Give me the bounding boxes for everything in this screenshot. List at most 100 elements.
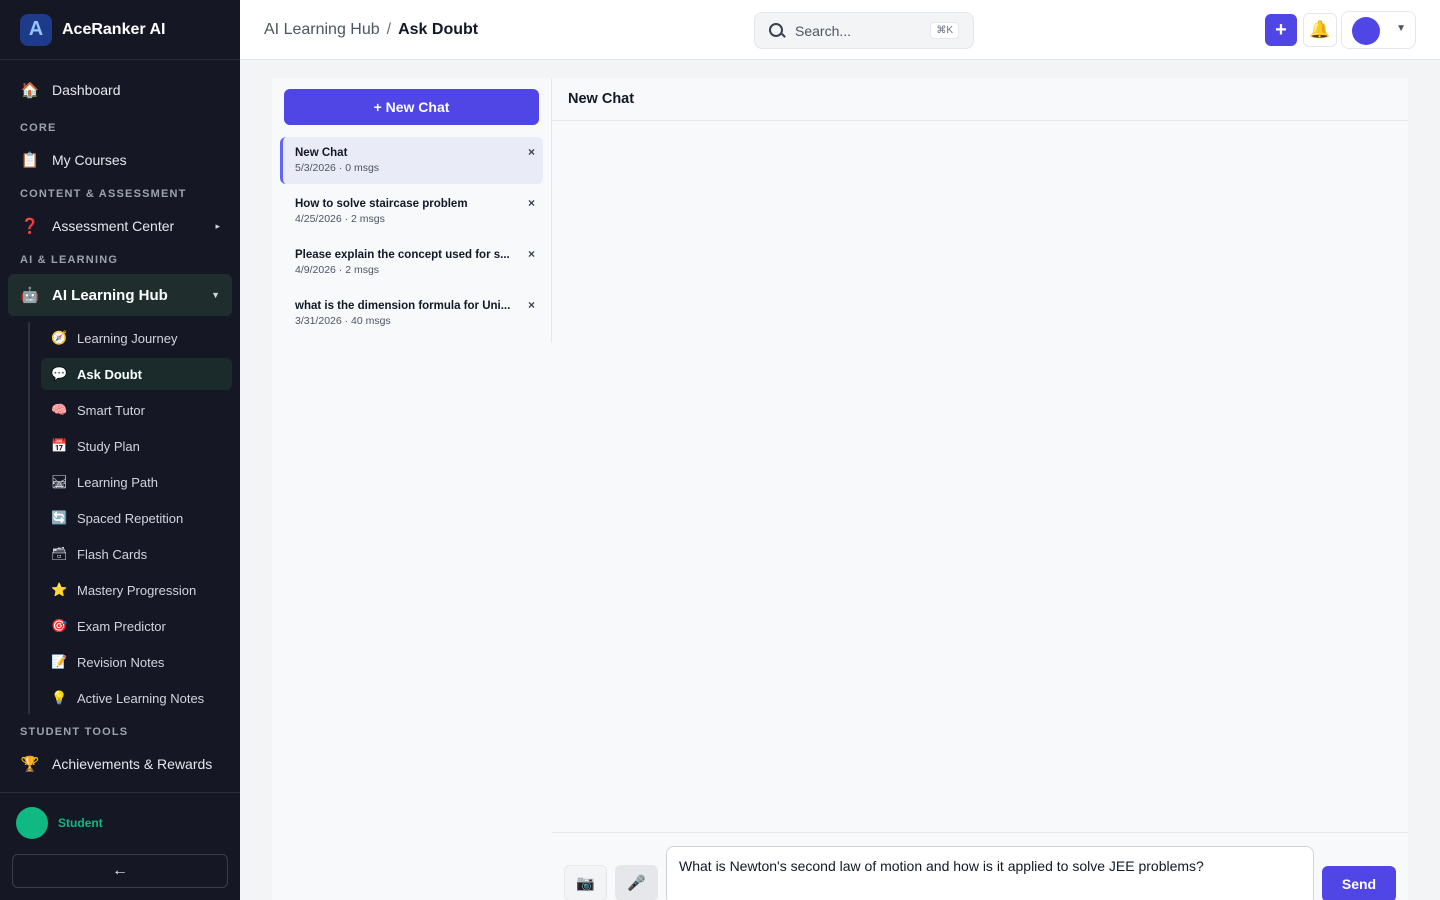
- sidebar-subitem[interactable]: 🧭 Learning Journey: [41, 322, 232, 354]
- chat-item-title: New Chat: [295, 147, 348, 159]
- chat-item-meta: 4/9/2026 · 2 msgs: [295, 264, 380, 276]
- message-composer: 📷 🎤 What is Newton's second law of motio…: [552, 832, 1408, 900]
- sidebar-subitem[interactable]: 🗃 Flash Cards: [41, 538, 232, 570]
- chat-history-list: New Chat 5/3/2026 · 0 msgs × How to solve s…: [280, 137, 543, 341]
- star-icon: ⭐: [51, 582, 68, 597]
- section-label-core: CORE: [20, 122, 57, 134]
- section-label-content: CONTENT & ASSESSMENT: [20, 188, 187, 200]
- breadcrumb-separator: /: [386, 21, 392, 38]
- sidebar-subitem-label: Flash Cards: [77, 546, 148, 562]
- search-input[interactable]: Search... ⌘K: [754, 12, 974, 49]
- sidebar-subitem[interactable]: 🔄 Spaced Repetition: [41, 502, 232, 534]
- profile-menu-button[interactable]: ▼: [1341, 11, 1416, 49]
- sidebar-subitem[interactable]: 🧠 Smart Tutor: [41, 394, 232, 426]
- breadcrumb: AI Learning Hub / Ask Doubt: [264, 0, 478, 60]
- collapse-sidebar-button[interactable]: ←: [12, 854, 228, 888]
- chat-history-item[interactable]: Please explain the concept used for s...…: [280, 239, 543, 286]
- lightbulb-icon: 💡: [51, 690, 68, 705]
- railway-track-icon: 🛤: [51, 474, 68, 489]
- sidebar-item-achievements[interactable]: 🏆 Achievements & Rewards: [8, 746, 232, 782]
- notifications-button[interactable]: 🔔: [1303, 13, 1337, 47]
- bell-icon: 🔔: [1309, 20, 1331, 39]
- memo-icon: 📝: [51, 654, 68, 669]
- arrow-left-icon: ←: [112, 862, 128, 879]
- sidebar-nav: 🏠 Dashboard CORE 📋 My Courses CONTENT & …: [8, 72, 232, 782]
- sidebar-subitem-label: Study Plan: [77, 438, 140, 454]
- chat-item-meta: 4/25/2026 · 2 msgs: [295, 213, 385, 225]
- chat-item-title: what is the dimension formula for Uni...: [295, 300, 511, 312]
- chevron-down-icon: ▼: [211, 290, 220, 300]
- sidebar-item-label: AI Learning Hub: [52, 286, 168, 304]
- ask-doubt-panel: + New Chat New Chat 5/3/2026 · 0 msgs × How…: [272, 78, 1408, 900]
- sidebar-subitem[interactable]: 📝 Revision Notes: [41, 646, 232, 678]
- sidebar-subitem-label: Smart Tutor: [77, 402, 145, 418]
- sidebar-subitem[interactable]: 📅 Study Plan: [41, 430, 232, 462]
- chat-history-item[interactable]: New Chat 5/3/2026 · 0 msgs ×: [280, 137, 543, 184]
- brand[interactable]: A AceRanker AI: [0, 0, 240, 60]
- brain-icon: 🧠: [51, 402, 68, 417]
- sidebar-subitem-label: Spaced Repetition: [77, 510, 184, 526]
- sidebar-subitem-label: Revision Notes: [77, 654, 165, 670]
- chat-history-panel: + New Chat New Chat 5/3/2026 · 0 msgs × How…: [272, 78, 552, 342]
- brand-logo-icon: A: [20, 13, 52, 46]
- sidebar-item-label: Achievements & Rewards: [52, 756, 213, 772]
- sidebar-subitem-label: Exam Predictor: [77, 618, 166, 634]
- sidebar-item-label: Dashboard: [52, 82, 121, 98]
- close-icon[interactable]: ×: [528, 145, 535, 159]
- send-button[interactable]: Send: [1322, 866, 1396, 900]
- close-icon[interactable]: ×: [528, 196, 535, 210]
- chat-item-title: How to solve staircase problem: [295, 198, 468, 210]
- chat-item-title: Please explain the concept used for s...: [295, 249, 510, 261]
- top-header: AI Learning Hub / Ask Doubt Search... ⌘K…: [240, 0, 1440, 60]
- breadcrumb-parent-link[interactable]: AI Learning Hub: [264, 21, 380, 39]
- chevron-right-icon: ▸: [215, 220, 220, 231]
- sidebar-subitem[interactable]: 🛤 Learning Path: [41, 466, 232, 498]
- sidebar-item-dashboard[interactable]: 🏠 Dashboard: [8, 72, 232, 108]
- sidebar-item-ai-learning-hub[interactable]: 🤖 AI Learning Hub ▼: [8, 274, 232, 316]
- chat-history-item[interactable]: what is the dimension formula for Uni...…: [280, 290, 543, 337]
- voice-input-button[interactable]: 🎤: [615, 865, 658, 900]
- sidebar-subitem-label: Mastery Progression: [77, 582, 197, 598]
- speech-bubble-icon: 💬: [51, 366, 68, 381]
- sidebar-subitem[interactable]: 🎯 Exam Predictor: [41, 610, 232, 642]
- sidebar-item-my-courses[interactable]: 📋 My Courses: [8, 142, 232, 178]
- trophy-icon: 🏆: [20, 756, 40, 773]
- question-icon: ❓: [20, 218, 40, 235]
- user-profile[interactable]: Student: [0, 793, 240, 853]
- target-icon: 🎯: [51, 618, 68, 633]
- house-icon: 🏠: [20, 82, 40, 99]
- clipboard-icon: 📋: [20, 152, 40, 169]
- message-input[interactable]: What is Newton's second law of motion an…: [666, 846, 1314, 900]
- avatar: [1352, 17, 1380, 45]
- calendar-icon: 📅: [51, 438, 68, 453]
- sidebar-subitem-label: Active Learning Notes: [77, 690, 205, 706]
- sidebar: A AceRanker AI 🏠 Dashboard CORE 📋 My Cou…: [0, 0, 240, 900]
- camera-upload-button[interactable]: 📷: [564, 865, 607, 900]
- robot-icon: 🤖: [20, 287, 40, 304]
- chat-history-item[interactable]: How to solve staircase problem 4/25/2026 …: [280, 188, 543, 235]
- search-icon: [767, 21, 787, 41]
- sidebar-subitem-label: Learning Path: [77, 474, 158, 490]
- search-placeholder: Search...: [795, 22, 852, 39]
- sidebar-subitem[interactable]: ⭐ Mastery Progression: [41, 574, 232, 606]
- new-chat-button[interactable]: + New Chat: [284, 89, 539, 125]
- avatar: [16, 807, 48, 839]
- refresh-icon: 🔄: [51, 510, 68, 525]
- search-shortcut-hint: ⌘K: [930, 22, 959, 39]
- plus-icon: +: [1275, 18, 1287, 41]
- close-icon[interactable]: ×: [528, 298, 535, 312]
- sidebar-subitem-label: Ask Doubt: [77, 366, 142, 382]
- sidebar-subitem-label: Learning Journey: [77, 330, 178, 346]
- sidebar-subitem[interactable]: 💡 Active Learning Notes: [41, 682, 232, 714]
- user-role: Student: [58, 816, 103, 830]
- sidebar-footer: Student ←: [0, 792, 240, 900]
- camera-icon: 📷: [576, 875, 595, 892]
- sidebar-subitem[interactable]: 💬 Ask Doubt: [41, 358, 232, 390]
- close-icon[interactable]: ×: [528, 247, 535, 261]
- sidebar-item-assessment-center[interactable]: ❓ Assessment Center ▸: [8, 208, 232, 244]
- create-button[interactable]: +: [1265, 14, 1297, 46]
- ai-hub-submenu: 🧭 Learning Journey 💬 Ask Doubt 🧠 Smart Tutor 📅…: [28, 322, 232, 714]
- section-label-tools: STUDENT TOOLS: [20, 726, 129, 738]
- sidebar-item-label: My Courses: [52, 152, 127, 168]
- sidebar-item-label: Assessment Center: [52, 218, 175, 234]
